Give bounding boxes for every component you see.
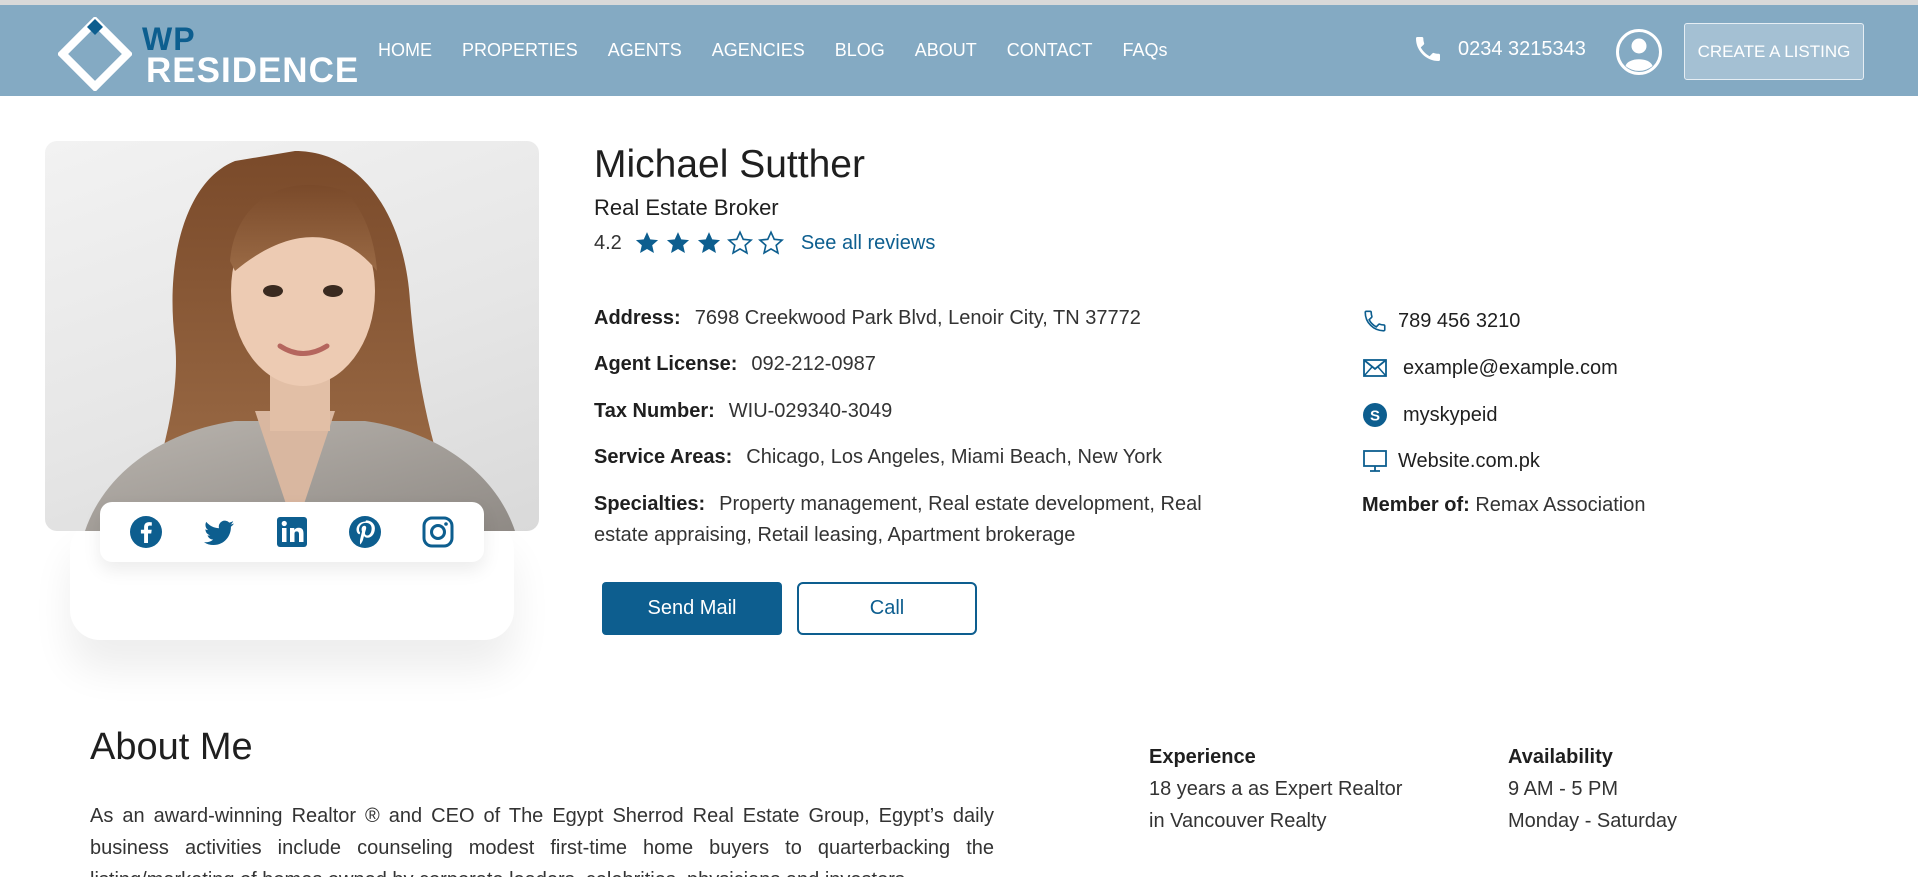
nav-agencies[interactable]: AGENCIES	[712, 40, 805, 61]
experience-line-2: in Vancouver Realty	[1149, 810, 1327, 832]
experience-label: Experience	[1149, 746, 1256, 768]
phone-icon	[1416, 37, 1440, 61]
call-button[interactable]: Call	[797, 582, 977, 635]
nav-blog[interactable]: BLOG	[835, 40, 885, 61]
about-title: About Me	[90, 726, 253, 768]
detail-tax: Tax Number: WIU-029340-3049	[594, 396, 1234, 427]
main-nav: HOME PROPERTIES AGENTS AGENCIES BLOG ABO…	[378, 5, 1197, 96]
pinterest-icon[interactable]	[348, 515, 382, 549]
see-all-reviews-link[interactable]: See all reviews	[801, 232, 936, 255]
star-empty-icon	[757, 230, 784, 255]
contact-website[interactable]: Website.com.pk	[1362, 448, 1540, 474]
agent-role: Real Estate Broker	[594, 195, 779, 220]
agent-portrait-illustration	[85, 151, 515, 531]
service-areas-label: Service Areas:	[594, 446, 733, 468]
svg-text:S: S	[1370, 408, 1380, 425]
social-links	[100, 502, 484, 562]
header-phone-number: 0234 3215343	[1458, 37, 1586, 60]
nav-properties[interactable]: PROPERTIES	[462, 40, 578, 61]
nav-agents[interactable]: AGENTS	[608, 40, 682, 61]
address-value: 7698 Creekwood Park Blvd, Lenoir City, T…	[694, 307, 1141, 329]
specialties-label: Specialties:	[594, 493, 706, 515]
phone-outline-icon	[1364, 310, 1386, 332]
detail-license: Agent License: 092-212-0987	[594, 349, 1234, 380]
availability-label: Availability	[1508, 746, 1613, 768]
logo-text-residence: RESIDENCE	[146, 51, 360, 90]
detail-address: Address: 7698 Creekwood Park Blvd, Lenoir…	[594, 303, 1234, 334]
nav-contact[interactable]: CONTACT	[1007, 40, 1093, 61]
tax-value: WIU-029340-3049	[728, 400, 893, 422]
agent-rating: 4.2 See all reviews	[594, 230, 935, 256]
twitter-icon[interactable]	[202, 515, 236, 549]
site-header: WP RESIDENCE HOME PROPERTIES AGENTS AGEN…	[0, 5, 1918, 96]
envelope-icon	[1363, 359, 1387, 377]
site-logo[interactable]: WP RESIDENCE	[58, 13, 358, 91]
member-of: Member of: Remax Association	[1362, 494, 1645, 517]
nav-home[interactable]: HOME	[378, 40, 432, 61]
service-areas-value: Chicago, Los Angeles, Miami Beach, New Y…	[746, 446, 1163, 468]
contact-website-value: Website.com.pk	[1398, 449, 1540, 472]
star-filled-icon	[697, 232, 720, 253]
detail-specialties: Specialties: Property management, Real es…	[594, 489, 1234, 551]
detail-service-areas: Service Areas: Chicago, Los Angeles, Miam…	[594, 442, 1234, 473]
nav-faqs[interactable]: FAQs	[1122, 40, 1167, 61]
address-label: Address:	[594, 307, 681, 329]
contact-phone-value: 789 456 3210	[1398, 309, 1521, 332]
contact-phone[interactable]: 789 456 3210	[1362, 308, 1520, 334]
contact-skype-value: myskypeid	[1403, 403, 1498, 426]
about-text: As an award-winning Realtor ® and CEO of…	[90, 805, 994, 877]
contact-email[interactable]: example@example.com	[1362, 355, 1618, 381]
star-empty-icon	[726, 230, 753, 255]
create-listing-button[interactable]: CREATE A LISTING	[1684, 23, 1864, 80]
rating-value: 4.2	[594, 231, 622, 254]
linkedin-icon[interactable]	[275, 515, 309, 549]
nav-about[interactable]: ABOUT	[915, 40, 977, 61]
availability-hours: 9 AM - 5 PM	[1508, 778, 1619, 800]
star-filled-icon	[666, 232, 689, 253]
availability-days: Monday - Saturday	[1508, 810, 1677, 832]
user-account-icon[interactable]	[1615, 28, 1663, 76]
experience-block: Experience 18 years a as Expert Realtor …	[1149, 741, 1402, 837]
license-value: 092-212-0987	[751, 353, 876, 375]
header-phone[interactable]: 0234 3215343	[1412, 33, 1586, 65]
logo-diamond-icon	[58, 17, 132, 91]
star-filled-icon	[635, 232, 658, 253]
member-value: Remax Association	[1475, 494, 1646, 516]
instagram-icon[interactable]	[421, 515, 455, 549]
contact-skype[interactable]: S myskypeid	[1362, 402, 1497, 428]
send-mail-button[interactable]: Send Mail	[602, 582, 782, 635]
experience-line-1: 18 years a as Expert Realtor	[1149, 778, 1403, 800]
skype-icon: S	[1363, 403, 1387, 427]
agent-name: Michael Sutther	[594, 143, 865, 186]
agent-photo	[45, 141, 539, 531]
member-label: Member of:	[1362, 494, 1470, 516]
monitor-icon	[1363, 450, 1387, 472]
license-label: Agent License:	[594, 353, 738, 375]
facebook-icon[interactable]	[129, 515, 163, 549]
tax-label: Tax Number:	[594, 400, 715, 422]
availability-block: Availability 9 AM - 5 PM Monday - Saturd…	[1508, 741, 1677, 837]
contact-email-value: example@example.com	[1403, 356, 1618, 379]
